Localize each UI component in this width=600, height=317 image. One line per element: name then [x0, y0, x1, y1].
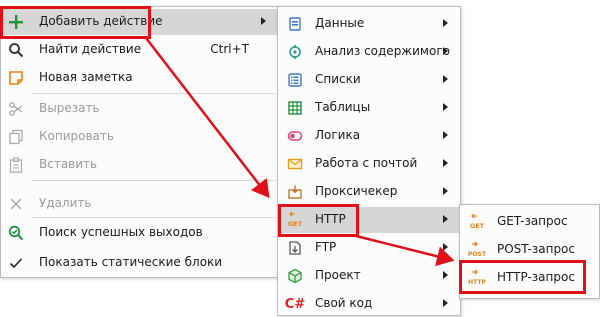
- annotation-arrows: [145, 37, 455, 267]
- arrow-to-http-request: [355, 234, 455, 267]
- arrow-to-http: [145, 37, 270, 198]
